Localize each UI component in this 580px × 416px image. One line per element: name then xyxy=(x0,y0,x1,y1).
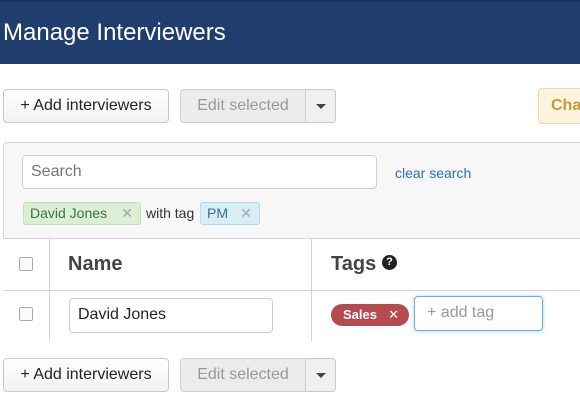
change-button[interactable]: Cha xyxy=(538,88,580,124)
search-input[interactable] xyxy=(22,155,377,189)
column-header-name[interactable]: Name xyxy=(68,253,122,276)
edit-selected-dropdown-toggle-bottom[interactable] xyxy=(306,358,336,392)
question-circle-icon[interactable]: ? xyxy=(382,255,397,270)
with-tag-label: with tag xyxy=(146,205,195,221)
clear-search-link[interactable]: clear search xyxy=(395,165,471,181)
name-field[interactable]: David Jones xyxy=(69,298,273,333)
edit-selected-button[interactable]: Edit selected xyxy=(180,89,306,123)
edit-selected-button-bottom[interactable]: Edit selected xyxy=(180,358,306,392)
column-divider xyxy=(49,239,50,341)
remove-tag-icon[interactable]: ✕ xyxy=(388,304,399,326)
tag-badge-label: Sales xyxy=(343,307,377,322)
column-divider xyxy=(311,239,312,341)
filter-chip-person-label: David Jones xyxy=(30,205,108,221)
filter-chip-tag: PM ✕ xyxy=(200,202,260,225)
remove-person-filter-icon[interactable]: ✕ xyxy=(121,203,133,224)
select-all-checkbox[interactable] xyxy=(19,257,33,271)
tag-badge-sales: Sales ✕ xyxy=(331,304,409,326)
row-checkbox[interactable] xyxy=(19,307,33,321)
edit-selected-dropdown-toggle[interactable] xyxy=(306,89,336,123)
add-interviewers-button-bottom[interactable]: + Add interviewers xyxy=(3,358,169,392)
column-header-tags: Tags xyxy=(331,253,377,275)
page-header: Manage Interviewers xyxy=(0,0,580,64)
filter-chip-tag-label: PM xyxy=(207,205,228,221)
add-tag-input[interactable]: + add tag xyxy=(414,296,543,331)
add-interviewers-button[interactable]: + Add interviewers xyxy=(3,89,169,123)
page-title: Manage Interviewers xyxy=(3,19,226,46)
remove-tag-filter-icon[interactable]: ✕ xyxy=(240,203,252,224)
filter-chip-person: David Jones ✕ xyxy=(23,202,141,225)
